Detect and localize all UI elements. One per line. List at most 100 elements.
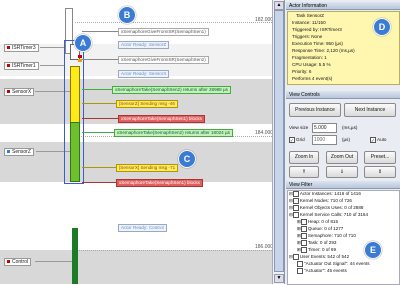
auto-checkbox[interactable]: ✓	[370, 137, 376, 143]
filter-checkbox[interactable]	[300, 247, 307, 253]
lane-label-control[interactable]: Control	[4, 258, 32, 266]
preset-button[interactable]: Preset...	[364, 151, 396, 164]
lane-connector	[40, 65, 65, 66]
lane-label-sensorz[interactable]: SensorZ	[4, 148, 34, 156]
filter-item-queue[interactable]: ⊞ Queue: 0 of 1277	[297, 226, 343, 232]
event-leader-line	[82, 132, 114, 133]
grid-checkbox[interactable]: ✓	[289, 137, 295, 143]
filter-item-user-events[interactable]: ⊟ User Events: 542 of 542	[289, 254, 349, 260]
actor-bar-control[interactable]	[72, 228, 78, 284]
event-leader-line	[82, 167, 116, 168]
scroll-thumb[interactable]	[274, 10, 284, 272]
filter-checkbox[interactable]	[292, 198, 299, 204]
actor-info-line: Triggered by: ISRTimer3	[292, 27, 342, 32]
actor-info-task: Task SensorZ	[296, 13, 325, 18]
lane-connector	[35, 261, 73, 262]
next-instance-button[interactable]: Next Instance	[344, 103, 396, 117]
event-label-actor-ready[interactable]: Actor Ready: Control	[118, 224, 167, 232]
arrow-down-icon: ⇓	[339, 169, 345, 175]
filter-item-actor-instances[interactable]: ⊟ Actor Instances: 1416 of 1416	[289, 191, 361, 197]
filter-item-actuator[interactable]: "Actuator": 45 events	[297, 268, 347, 274]
lane-label-sensorx[interactable]: SensorX	[4, 88, 35, 96]
lane-band-sensorz	[0, 142, 272, 182]
expand-vertical-icon: ⇕	[377, 169, 383, 175]
filter-checkbox[interactable]	[300, 233, 307, 239]
time-label: 186.000	[255, 244, 274, 250]
zoom-in-button[interactable]: Zoom In	[289, 151, 319, 164]
filter-item-actuator-out-signal[interactable]: "Actuator Out Signal": 44 events	[297, 261, 370, 267]
lane-connector	[40, 47, 65, 48]
event-label-semaphore-block[interactable]: xSemaphoreTake(SemaphSen1) blocks	[118, 115, 205, 123]
filter-checkbox[interactable]	[300, 219, 307, 225]
lane-label-isrtimer3[interactable]: ISRTimer3	[4, 44, 39, 52]
filter-item-timer[interactable]: ⊞ Timer: 0 of 69	[297, 247, 336, 253]
filter-checkbox[interactable]	[297, 268, 303, 274]
grid-input[interactable]: 1000	[312, 135, 337, 145]
timeline-scrollbar[interactable]: ▲ ▼	[272, 0, 284, 284]
scroll-up-arrow[interactable]: ▲	[274, 1, 284, 10]
actor-info-line: Triggers: None	[292, 34, 323, 39]
actor-info-line: Priority: 6	[292, 69, 312, 74]
filter-checkbox[interactable]	[292, 254, 299, 260]
lane-label-isrtimer1[interactable]: ISRTimer1	[4, 62, 39, 70]
filter-checkbox[interactable]	[292, 212, 299, 218]
filter-item-task[interactable]: ⊞ Task: 0 of 293	[297, 240, 336, 246]
actor-info-line: Execution Time: 950 (µs)	[292, 41, 343, 46]
view-controls-header: View Controls	[286, 91, 400, 99]
zoom-out-button[interactable]: Zoom Out	[326, 151, 358, 164]
filter-checkbox[interactable]	[292, 205, 299, 211]
filter-checkbox[interactable]	[292, 191, 299, 197]
filter-item-kernel-nodes[interactable]: ⊟ Kernel Nodes: 710 of 726	[289, 198, 352, 204]
actor-info-line: Response Time: 2,120 (ms,µs)	[292, 48, 355, 53]
filter-item-kernel-service-calls[interactable]: ⊟ Kernel Service Calls: 710 of 3164	[289, 212, 368, 218]
actor-info-line: CPU Usage: 5.5 %	[292, 62, 331, 67]
filter-item-kernel-objects[interactable]: ⊟ Kernel Objects Uses: 0 of 2888	[289, 205, 363, 211]
event-leader-line	[82, 182, 116, 183]
view-size-input[interactable]: 5.000	[312, 123, 337, 133]
filter-checkbox[interactable]	[300, 226, 307, 232]
event-label-user-event[interactable]: [SensorZ] Sending msg -46	[116, 100, 178, 108]
time-label: 182.000	[255, 17, 274, 23]
event-label[interactable]: xSemaphoreGiveFromISR(SemaphSen2)	[118, 56, 209, 64]
event-leader-line	[82, 89, 112, 90]
event-label-actor-ready[interactable]: Actor Ready: SensorX	[118, 70, 170, 78]
event-leader-line	[82, 118, 118, 119]
time-gridline	[75, 22, 272, 23]
time-label: 184.000	[255, 130, 274, 136]
actor-info-line: Fragmentation: 1	[292, 55, 327, 60]
event-label[interactable]: xSemaphoreGiveFromISR(SemaphSen1)	[118, 28, 209, 36]
view-size-unit: (ms,µs)	[342, 125, 358, 130]
grid-option[interactable]: ✓ Grid	[289, 137, 305, 143]
event-label-actor-ready[interactable]: Actor Ready: SensorZ	[118, 41, 170, 49]
move-down-button[interactable]: ⇓	[326, 166, 358, 178]
view-size-label: View size	[289, 125, 309, 130]
expand-button[interactable]: ⇕	[364, 166, 396, 178]
event-label-semaphore-take[interactable]: xSemaphoreTake(SemaphSen2) returns after…	[112, 86, 231, 94]
event-label-user-event[interactable]: [SensorX] Sending msg -71	[116, 164, 179, 172]
filter-checkbox[interactable]	[300, 240, 307, 246]
callout-badge-a: A	[74, 34, 92, 52]
scroll-down-arrow[interactable]: ▼	[274, 274, 284, 283]
filter-item-heap[interactable]: ⊞ Heap: 0 of 815	[297, 219, 338, 225]
lane-band-control	[0, 250, 272, 284]
event-label-semaphore-block[interactable]: xSemaphoreTake(SemaphSen1) blocks	[116, 179, 203, 187]
callout-badge-c: C	[178, 150, 196, 168]
selection-frame	[64, 40, 84, 184]
event-leader-line	[82, 31, 118, 32]
event-leader-line	[82, 103, 116, 104]
view-filter-header: View Filter	[286, 181, 400, 189]
actor-info-header: Actor Information	[286, 2, 400, 10]
callout-badge-b: B	[118, 6, 136, 24]
filter-checkbox[interactable]	[297, 261, 303, 267]
time-gridline	[75, 250, 272, 251]
event-leader-line	[82, 59, 118, 60]
event-label-semaphore-take[interactable]: xSemaphoreTake(SemaphSen2) returns after…	[114, 129, 233, 137]
callout-badge-e: E	[364, 241, 382, 259]
actor-info-line: Performs 4 event(s)	[292, 76, 333, 81]
move-up-button[interactable]: ⇑	[289, 166, 319, 178]
callout-badge-d: D	[373, 18, 391, 36]
auto-option[interactable]: ✓ Auto	[370, 137, 386, 143]
filter-item-semaphore[interactable]: ⊞ Semaphore: 710 of 710	[297, 233, 356, 239]
timeline-view[interactable]: ISRTimer3 ISRTimer1 SensorX SensorZ Cont…	[0, 0, 283, 284]
previous-instance-button[interactable]: Previous Instance	[289, 103, 341, 117]
